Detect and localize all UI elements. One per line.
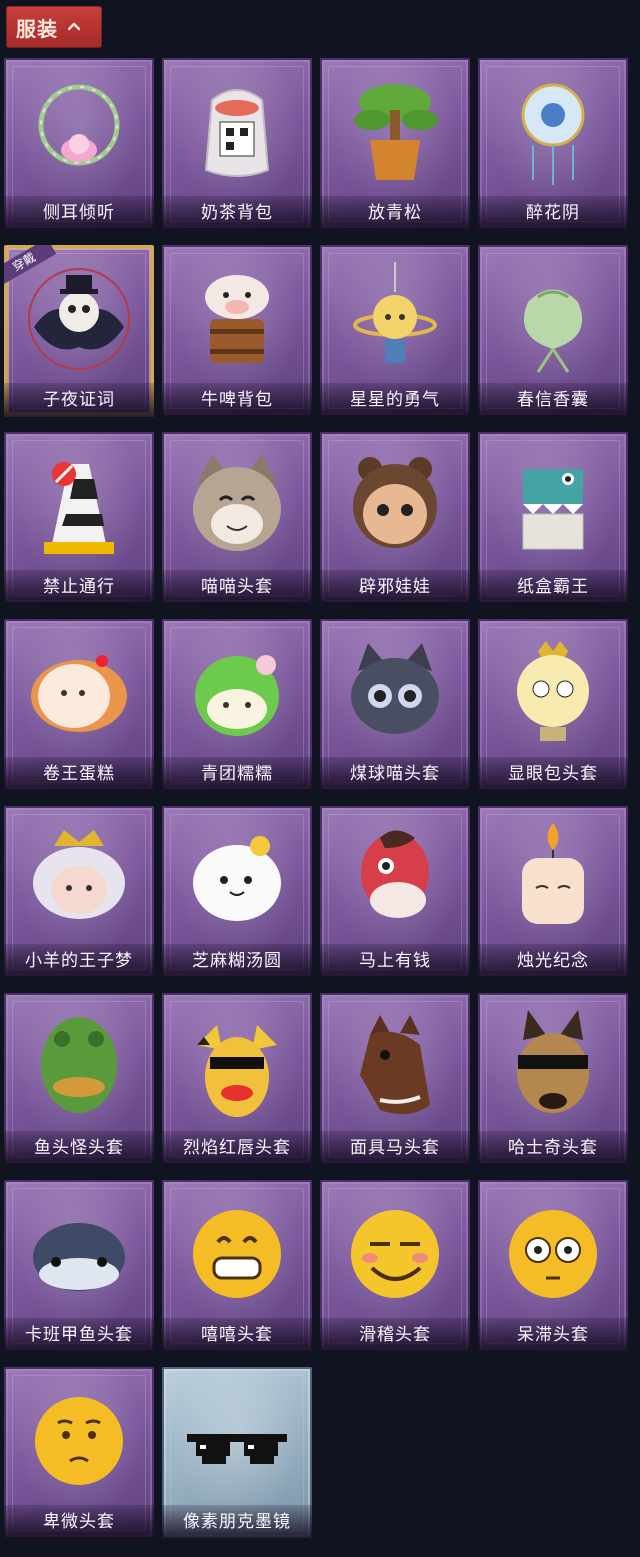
item-card[interactable]: 穿戴 子夜证词	[4, 245, 154, 417]
item-label: 芝麻糊汤圆	[162, 944, 312, 978]
item-card[interactable]: 呆滞头套	[478, 1180, 628, 1352]
roll-cake-icon	[24, 631, 134, 751]
box-dinosaur-icon	[498, 444, 608, 564]
item-card[interactable]: 卷王蛋糕	[4, 619, 154, 791]
item-card[interactable]: 小羊的王子梦	[4, 806, 154, 978]
sachet-icon	[498, 257, 608, 377]
item-label: 青团糯糯	[162, 757, 312, 791]
item-label: 醉花阴	[478, 196, 628, 230]
item-grid: 侧耳倾听 奶茶背包 放青松 醉花阴 穿戴子夜证词 牛啤背包 星星的勇气 春信香囊…	[4, 58, 636, 1539]
item-label: 放青松	[320, 196, 470, 230]
item-card[interactable]: 青团糯糯	[162, 619, 312, 791]
item-label: 煤球喵头套	[320, 757, 470, 791]
item-card[interactable]: 显眼包头套	[478, 619, 628, 791]
candle-head-icon	[498, 818, 608, 938]
light-bulb-head-icon	[498, 631, 608, 751]
item-card[interactable]: 卑微头套	[4, 1367, 154, 1539]
cat-head-icon	[182, 444, 292, 564]
category-title: 服装	[16, 16, 58, 41]
item-label: 小羊的王子梦	[4, 944, 154, 978]
item-label: 鱼头怪头套	[4, 1131, 154, 1165]
item-card[interactable]: 哈士奇头套	[478, 993, 628, 1165]
item-card[interactable]: 像素朋克墨镜	[162, 1367, 312, 1539]
item-label: 嘻嘻头套	[162, 1318, 312, 1352]
whale-head-icon	[24, 1192, 134, 1312]
item-label: 喵喵头套	[162, 570, 312, 604]
item-card[interactable]: 烈焰红唇头套	[162, 993, 312, 1165]
item-label: 卑微头套	[4, 1505, 154, 1539]
item-label: 显眼包头套	[478, 757, 628, 791]
item-card[interactable]: 煤球喵头套	[320, 619, 470, 791]
item-label: 子夜证词	[4, 383, 154, 417]
item-card[interactable]: 放青松	[320, 58, 470, 230]
smirk-emoji-icon	[340, 1192, 450, 1312]
item-card[interactable]: 纸盒霸王	[478, 432, 628, 604]
item-label: 星星的勇气	[320, 383, 470, 417]
horse-mask-icon	[340, 1005, 450, 1125]
item-card[interactable]: 面具马头套	[320, 993, 470, 1165]
item-card[interactable]: 侧耳倾听	[4, 58, 154, 230]
item-card[interactable]: 牛啤背包	[162, 245, 312, 417]
item-label: 辟邪娃娃	[320, 570, 470, 604]
item-label: 面具马头套	[320, 1131, 470, 1165]
humble-emoji-icon	[24, 1379, 134, 1499]
red-horse-head-icon	[340, 818, 450, 938]
cow-beer-barrel-icon	[182, 257, 292, 377]
item-label: 奶茶背包	[162, 196, 312, 230]
pixel-sunglasses-icon	[182, 1379, 292, 1499]
item-card[interactable]: 卡班甲鱼头套	[4, 1180, 154, 1352]
item-card[interactable]: 嘻嘻头套	[162, 1180, 312, 1352]
item-label: 牛啤背包	[162, 383, 312, 417]
item-card[interactable]: 芝麻糊汤圆	[162, 806, 312, 978]
item-card[interactable]: 辟邪娃娃	[320, 432, 470, 604]
item-label: 卡班甲鱼头套	[4, 1318, 154, 1352]
category-header-clothing[interactable]: 服装	[6, 6, 102, 48]
item-label: 侧耳倾听	[4, 196, 154, 230]
item-label: 禁止通行	[4, 570, 154, 604]
item-label: 纸盒霸王	[478, 570, 628, 604]
item-label: 马上有钱	[320, 944, 470, 978]
item-card[interactable]: 鱼头怪头套	[4, 993, 154, 1165]
dumpling-head-icon	[182, 818, 292, 938]
traffic-cone-icon	[24, 444, 134, 564]
green-rice-ball-icon	[182, 631, 292, 751]
item-label: 像素朋克墨镜	[162, 1505, 312, 1539]
item-card[interactable]: 喵喵头套	[162, 432, 312, 604]
item-card[interactable]: 滑稽头套	[320, 1180, 470, 1352]
flower-pendant-icon	[498, 70, 608, 190]
grin-emoji-icon	[182, 1192, 292, 1312]
item-label: 呆滞头套	[478, 1318, 628, 1352]
chevron-up-icon	[68, 22, 80, 31]
star-doll-pendant-icon	[340, 257, 450, 377]
red-lips-head-icon	[182, 1005, 292, 1125]
fish-head-icon	[24, 1005, 134, 1125]
item-card[interactable]: 奶茶背包	[162, 58, 312, 230]
milk-tea-bag-icon	[182, 70, 292, 190]
doll-head-icon	[340, 444, 450, 564]
husky-head-icon	[498, 1005, 608, 1125]
sheep-crown-head-icon	[24, 818, 134, 938]
item-card[interactable]: 醉花阴	[478, 58, 628, 230]
item-label: 烈焰红唇头套	[162, 1131, 312, 1165]
equipped-badge-label: 穿戴	[4, 245, 57, 285]
item-card[interactable]: 星星的勇气	[320, 245, 470, 417]
lotus-wreath-icon	[24, 70, 134, 190]
bonsai-pine-icon	[340, 70, 450, 190]
item-card[interactable]: 马上有钱	[320, 806, 470, 978]
item-label: 滑稽头套	[320, 1318, 470, 1352]
item-card[interactable]: 禁止通行	[4, 432, 154, 604]
item-card[interactable]: 烛光纪念	[478, 806, 628, 978]
item-label: 春信香囊	[478, 383, 628, 417]
equipped-badge: 穿戴	[4, 245, 64, 285]
item-label: 哈士奇头套	[478, 1131, 628, 1165]
item-label: 烛光纪念	[478, 944, 628, 978]
item-label: 卷王蛋糕	[4, 757, 154, 791]
black-cat-head-icon	[340, 631, 450, 751]
stunned-emoji-icon	[498, 1192, 608, 1312]
item-card[interactable]: 春信香囊	[478, 245, 628, 417]
